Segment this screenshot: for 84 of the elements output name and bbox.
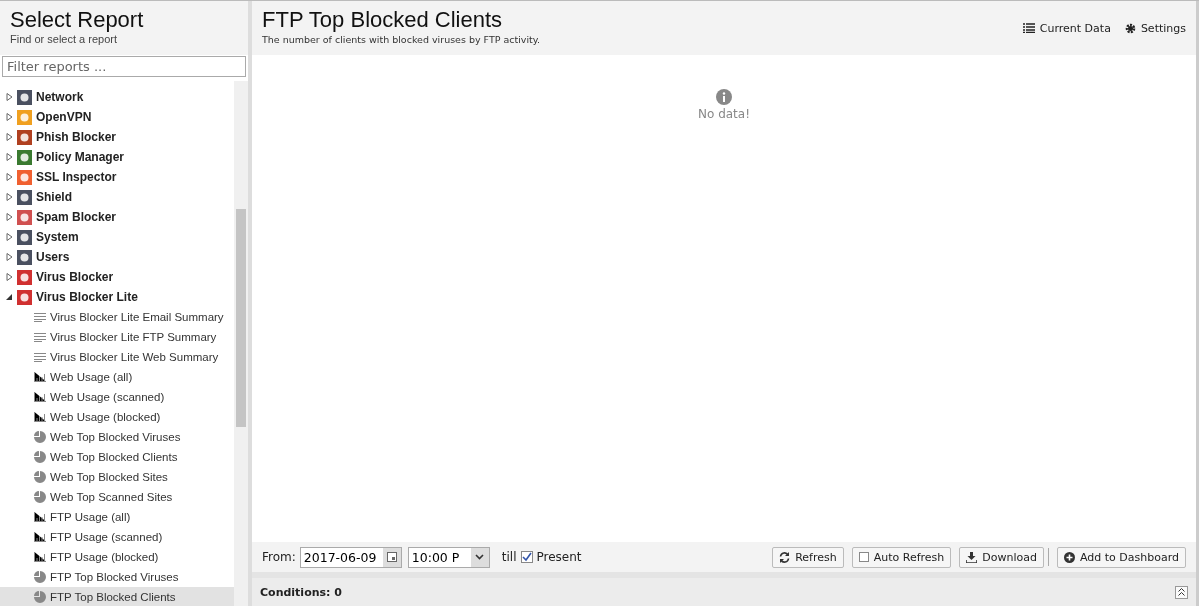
download-icon xyxy=(966,551,978,563)
tree-item[interactable]: Users xyxy=(0,247,234,267)
lines-icon xyxy=(34,312,46,322)
app-icon xyxy=(17,209,32,225)
header-link[interactable]: Settings xyxy=(1124,21,1186,35)
tree-item[interactable]: Spam Blocker xyxy=(0,207,234,227)
till-label: till xyxy=(501,550,517,564)
scrollbar[interactable] xyxy=(234,81,248,606)
from-label: From: xyxy=(262,550,296,564)
app-icon xyxy=(17,189,32,205)
expand-arrow-icon[interactable] xyxy=(6,293,13,301)
report-item[interactable]: Virus Blocker Lite Email Summary xyxy=(0,307,234,327)
time-field[interactable]: 10:00 P xyxy=(407,546,490,568)
report-title: FTP Top Blocked Clients xyxy=(262,7,504,33)
bar-chart-icon xyxy=(34,532,46,542)
info-icon xyxy=(716,89,732,105)
app-icon xyxy=(17,269,32,285)
app-icon xyxy=(17,229,32,245)
report-item[interactable]: Web Usage (all) xyxy=(0,367,234,387)
app-icon xyxy=(17,129,32,145)
bar-chart-icon xyxy=(34,392,46,402)
report-item[interactable]: Web Top Blocked Clients xyxy=(0,447,234,467)
toolbar-button[interactable]: Download xyxy=(959,546,1044,568)
report-item[interactable]: Web Usage (blocked) xyxy=(0,407,234,427)
lines-icon xyxy=(34,352,46,362)
report-item[interactable]: Virus Blocker Lite FTP Summary xyxy=(0,327,234,347)
pie-chart-icon xyxy=(34,431,46,443)
app-icon xyxy=(17,149,32,165)
app-icon xyxy=(17,169,32,185)
bar-chart-icon xyxy=(34,372,46,382)
app-icon xyxy=(17,249,32,265)
date-field[interactable]: 2017-06-09 xyxy=(299,546,402,568)
tree-item[interactable]: SSL Inspector xyxy=(0,167,234,187)
refresh-icon xyxy=(779,551,791,563)
app-icon xyxy=(17,109,32,125)
report-item[interactable]: FTP Usage (blocked) xyxy=(0,547,234,567)
tree-item[interactable]: Virus Blocker xyxy=(0,267,234,287)
tree-item[interactable]: Network xyxy=(0,87,234,107)
sidebar-subtitle: Find or select a report xyxy=(10,33,118,45)
app-icon xyxy=(17,289,32,305)
report-item[interactable]: FTP Top Blocked Viruses xyxy=(0,567,234,587)
app-icon xyxy=(17,89,32,105)
tree-item[interactable]: Policy Manager xyxy=(0,147,234,167)
pie-chart-icon xyxy=(34,471,46,483)
bar-chart-icon xyxy=(34,552,46,562)
plus-circle-icon xyxy=(1064,551,1075,563)
dropdown-caret-icon xyxy=(475,554,485,560)
report-item[interactable]: Web Usage (scanned) xyxy=(0,387,234,407)
tree-item[interactable]: Phish Blocker xyxy=(0,127,234,147)
pie-chart-icon xyxy=(34,491,46,503)
report-item[interactable]: FTP Usage (scanned) xyxy=(0,527,234,547)
header-link[interactable]: Current Data xyxy=(1022,21,1111,35)
report-item[interactable]: Web Top Blocked Sites xyxy=(0,467,234,487)
double-caret-icon xyxy=(1178,588,1185,596)
tree-item[interactable]: System xyxy=(0,227,234,247)
empty-message: No data! xyxy=(698,107,750,121)
report-item[interactable]: Web Top Scanned Sites xyxy=(0,487,234,507)
report-item[interactable]: FTP Usage (all) xyxy=(0,507,234,527)
filter-field[interactable]: Filter reports ... xyxy=(2,56,246,77)
settings-icon xyxy=(1124,22,1136,34)
sidebar-title: Select Report xyxy=(10,7,145,33)
collapse-button[interactable] xyxy=(1175,585,1188,599)
present-checkbox[interactable] xyxy=(520,551,533,563)
toolbar-button[interactable]: Auto Refresh xyxy=(851,546,952,568)
pie-chart-icon xyxy=(34,571,46,583)
report-description: The number of clients with blocked viruses by FTP activity. xyxy=(262,34,541,45)
bar-chart-icon xyxy=(34,512,46,522)
toolbar-button[interactable]: Add to Dashboard xyxy=(1057,546,1186,568)
tree-item[interactable]: OpenVPN xyxy=(0,107,234,127)
present-label: Present xyxy=(536,550,582,564)
list-icon xyxy=(1022,23,1035,33)
calendar-icon xyxy=(386,552,397,562)
auto-refresh-checkbox[interactable] xyxy=(858,552,869,562)
tree-item[interactable]: Shield xyxy=(0,187,234,207)
pie-chart-icon xyxy=(34,451,46,463)
bar-chart-icon xyxy=(34,412,46,422)
report-item[interactable]: Web Top Blocked Viruses xyxy=(0,427,234,447)
tree-item[interactable]: Virus Blocker Lite xyxy=(0,287,234,307)
lines-icon xyxy=(34,332,46,342)
conditions-label: Conditions: 0 xyxy=(260,585,342,599)
toolbar-button[interactable]: Refresh xyxy=(772,546,844,568)
pie-chart-icon xyxy=(34,591,46,603)
report-item[interactable]: Virus Blocker Lite Web Summary xyxy=(0,347,234,367)
report-item[interactable]: FTP Top Blocked Clients xyxy=(0,587,234,606)
